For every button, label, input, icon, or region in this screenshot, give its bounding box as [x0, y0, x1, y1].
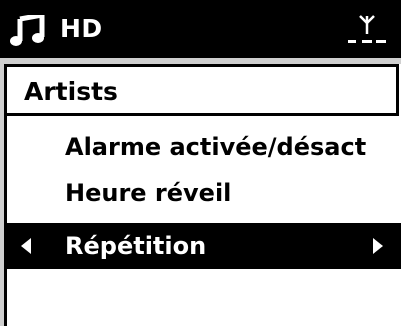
menu-item-repeat[interactable]: Répétition — [7, 223, 401, 269]
empty-area — [7, 305, 401, 326]
source-label: HD — [60, 14, 103, 43]
menu-item-label: Répétition — [65, 232, 207, 260]
menu-item-label: Heure réveil — [65, 179, 232, 207]
menu-item-alarm-toggle[interactable]: Alarme activée/désact — [7, 124, 401, 170]
breadcrumb: Artists — [7, 64, 399, 116]
menu-item-label: Alarme activée/désact — [65, 133, 367, 161]
music-note-icon — [10, 15, 45, 46]
antenna-signal-icon — [348, 15, 386, 43]
menu-screen: Artists Alarme activée/désact Heure réve… — [4, 64, 401, 326]
breadcrumb-label: Artists — [24, 77, 118, 106]
menu-item-wake-time[interactable]: Heure réveil — [7, 170, 401, 216]
header-bar: HD — [0, 0, 401, 58]
arrow-right-icon[interactable] — [371, 237, 385, 255]
arrow-left-icon[interactable] — [19, 237, 33, 255]
